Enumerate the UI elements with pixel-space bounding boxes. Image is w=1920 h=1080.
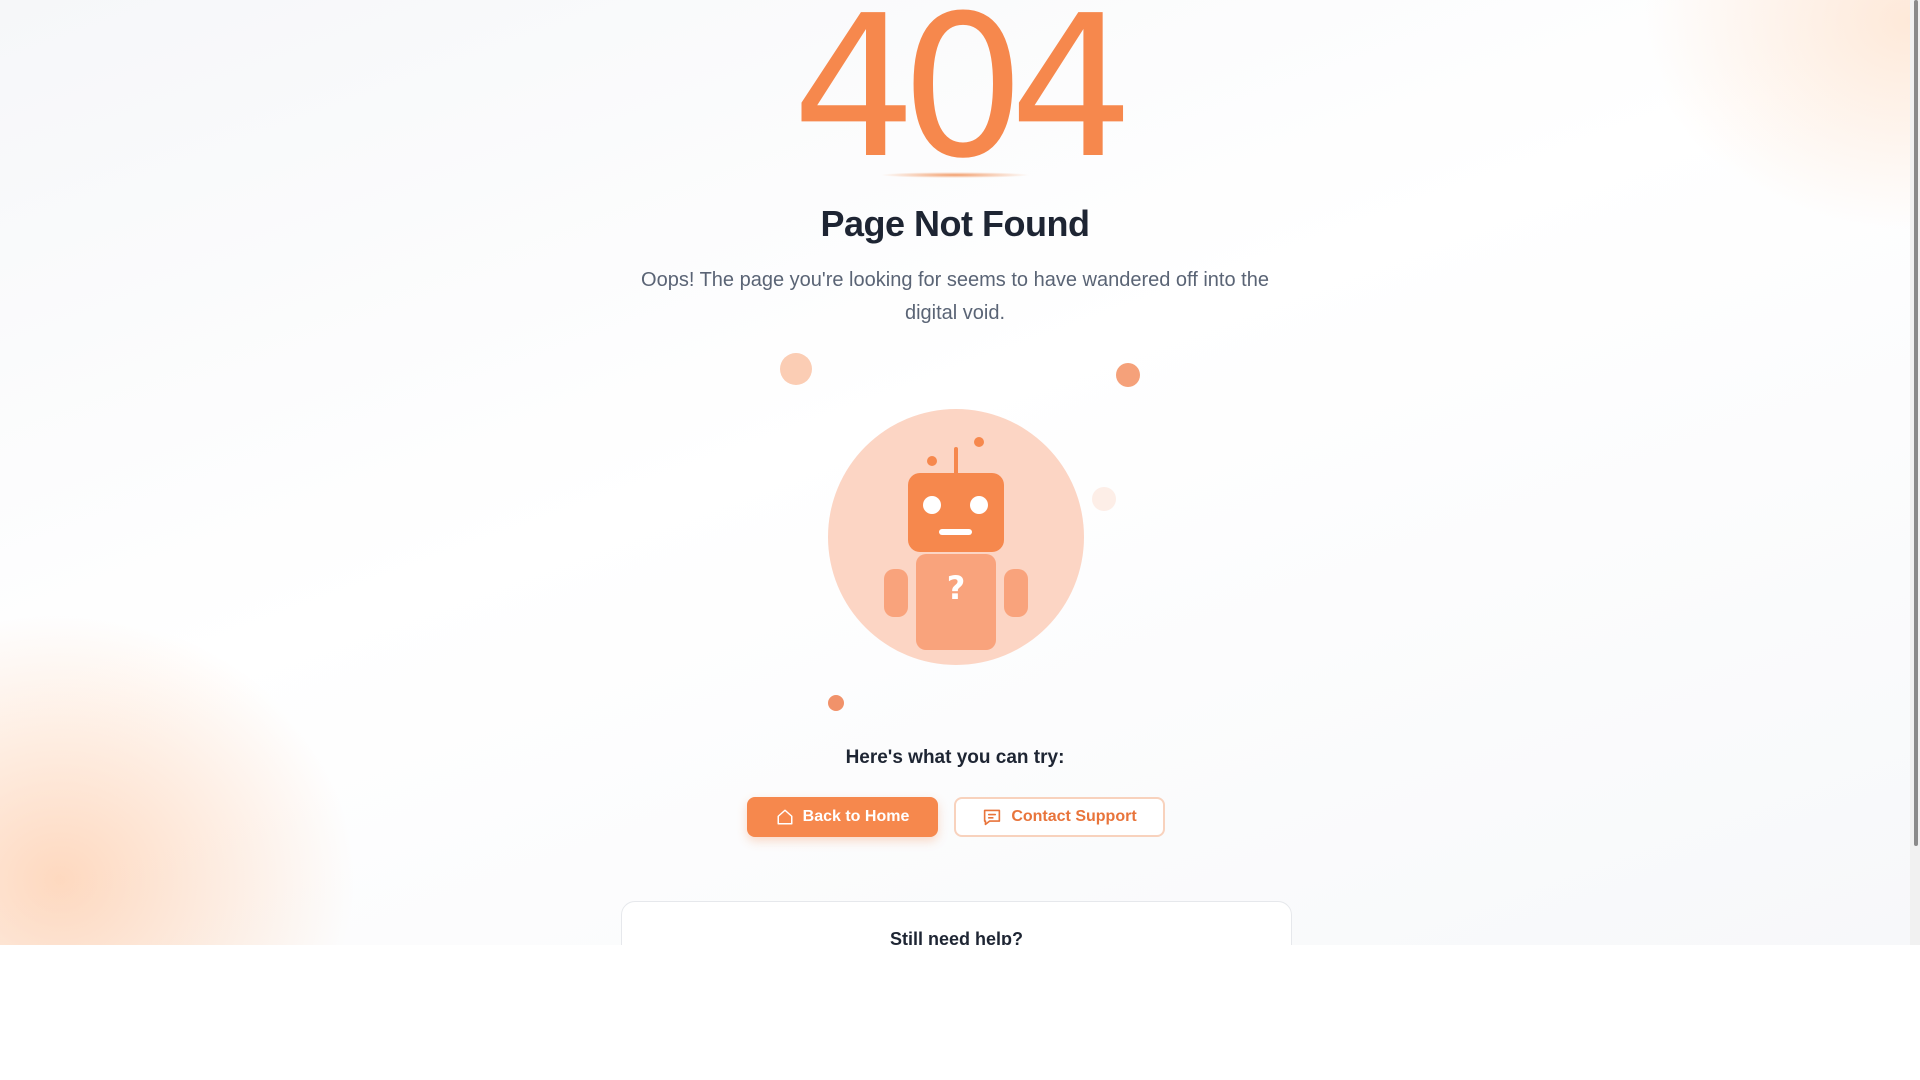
page-viewport: 404 Page Not Found Oops! The page you're… bbox=[0, 0, 1910, 945]
confused-robot-icon: ? bbox=[884, 437, 1028, 650]
error-code: 404 bbox=[791, 0, 1134, 202]
decor-bubble bbox=[780, 353, 812, 385]
back-to-home-label: Back to Home bbox=[802, 808, 910, 825]
contact-support-label: Contact Support bbox=[1011, 808, 1137, 825]
error-message: Oops! The page you're looking for seems … bbox=[641, 269, 1269, 324]
decor-bubble bbox=[828, 695, 844, 711]
scrollbar-thumb[interactable] bbox=[1914, 0, 1918, 846]
help-title: Still need help? bbox=[889, 929, 1023, 945]
actions-heading: Here's what you can try: bbox=[845, 747, 1065, 768]
error-code-underline bbox=[880, 172, 1030, 178]
home-icon bbox=[777, 809, 793, 825]
help-card: Still need help? bbox=[621, 901, 1292, 945]
robot-question-mark: ? bbox=[947, 569, 966, 607]
message-icon bbox=[984, 809, 1001, 826]
blank-area bbox=[0, 945, 1920, 1080]
page-title: Page Not Found bbox=[820, 203, 1090, 244]
back-to-home-button[interactable]: Back to Home bbox=[747, 797, 938, 837]
contact-support-button[interactable]: Contact Support bbox=[954, 797, 1165, 837]
decor-bubble bbox=[1092, 487, 1116, 511]
decor-bubble bbox=[1116, 363, 1140, 387]
